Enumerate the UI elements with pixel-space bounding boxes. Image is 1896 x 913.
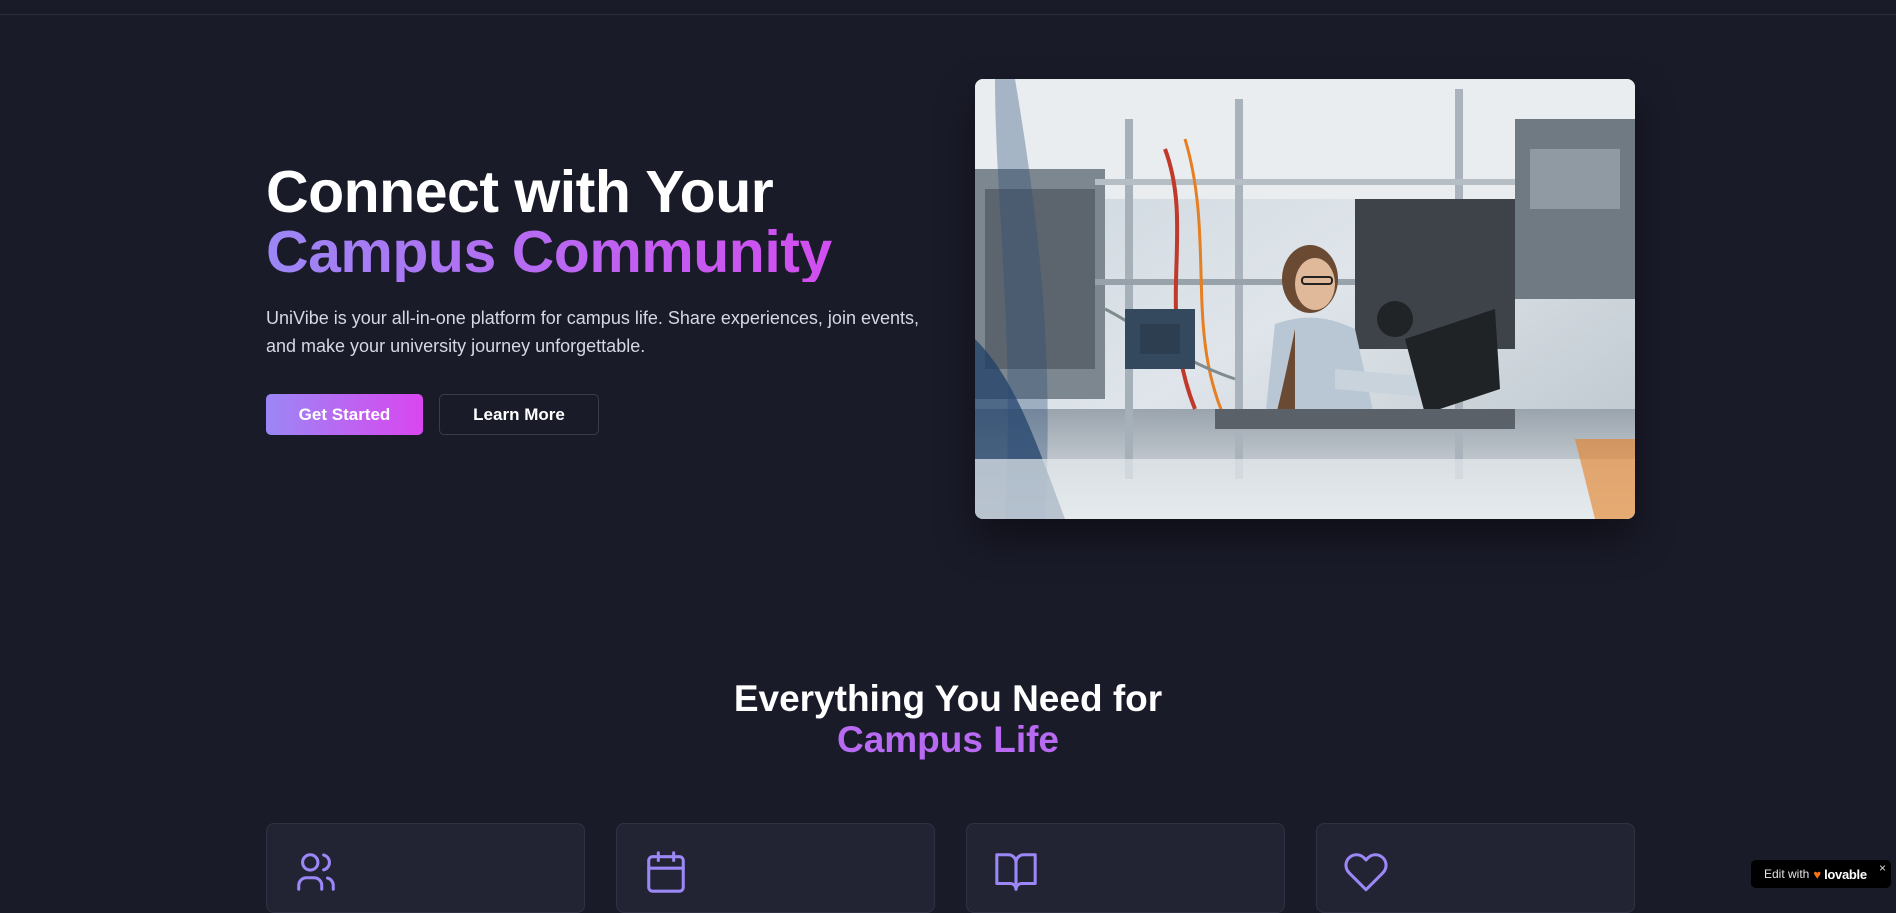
calendar-icon (647, 851, 685, 893)
feature-card-users (266, 823, 585, 913)
badge-prefix: Edit with (1764, 867, 1810, 881)
hero-title: Connect with Your Campus Community (266, 162, 926, 282)
hero-image (975, 79, 1635, 519)
hero-title-line-2: Campus Community (266, 222, 926, 282)
top-navbar (0, 0, 1896, 15)
get-started-button[interactable]: Get Started (266, 394, 423, 435)
book-open-icon (995, 853, 1037, 891)
hero-title-line-1: Connect with Your (266, 159, 774, 225)
feature-card-resources (966, 823, 1285, 913)
users-icon (297, 853, 335, 891)
close-icon[interactable]: × (1879, 861, 1886, 875)
heart-icon (1344, 853, 1388, 892)
badge-brand: lovable (1824, 866, 1867, 882)
hero-section: Connect with Your Campus Community UniVi… (266, 162, 926, 360)
features-title-line-2: Campus Life (836, 719, 1060, 760)
features-title-line-1: Everything You Need for (733, 678, 1163, 719)
hero-cta-row: Get Started Learn More (266, 394, 599, 435)
features-title: Everything You Need for Campus Life (0, 678, 1896, 760)
edit-with-lovable-badge[interactable]: Edit with ♥ lovable × (1751, 860, 1891, 888)
feature-card-community (1316, 823, 1635, 913)
feature-card-events (616, 823, 935, 913)
lovable-heart-icon: ♥ (1813, 866, 1822, 882)
hero-description: UniVibe is your all-in-one platform for … (266, 308, 919, 356)
learn-more-button[interactable]: Learn More (439, 394, 599, 435)
